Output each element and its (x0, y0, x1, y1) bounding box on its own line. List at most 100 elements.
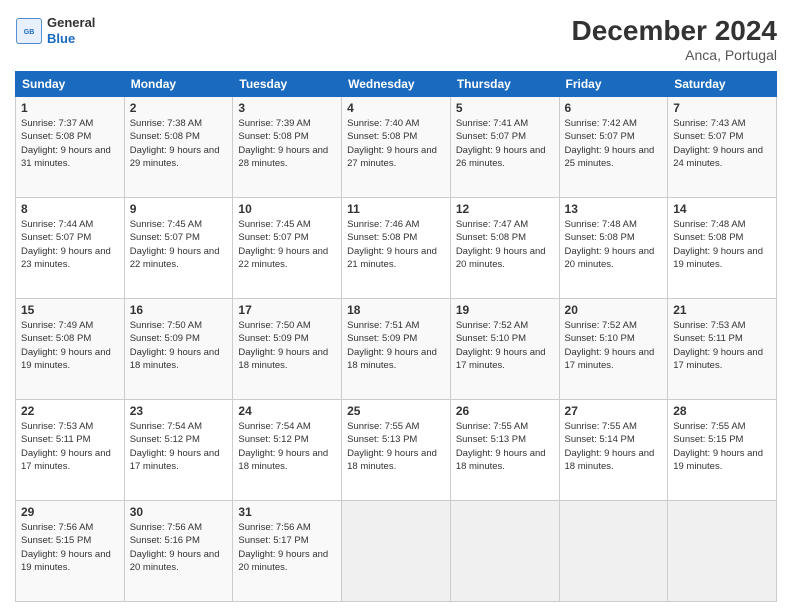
day-info: Sunrise: 7:56 AM Sunset: 5:17 PM Dayligh… (238, 521, 336, 574)
sunset-label: Sunset: 5:16 PM (130, 535, 200, 546)
sunset-label: Sunset: 5:13 PM (456, 434, 526, 445)
day-info: Sunrise: 7:56 AM Sunset: 5:16 PM Dayligh… (130, 521, 228, 574)
day-number: 12 (456, 202, 554, 216)
sunset-label: Sunset: 5:08 PM (238, 131, 308, 142)
table-row: 5 Sunrise: 7:41 AM Sunset: 5:07 PM Dayli… (450, 97, 559, 198)
day-number: 29 (21, 505, 119, 519)
calendar-row: 8 Sunrise: 7:44 AM Sunset: 5:07 PM Dayli… (16, 198, 777, 299)
daylight-label: Daylight: 9 hours and 31 minutes. (21, 145, 111, 169)
daylight-label: Daylight: 9 hours and 17 minutes. (456, 347, 546, 371)
sunset-label: Sunset: 5:08 PM (347, 232, 417, 243)
daylight-label: Daylight: 9 hours and 18 minutes. (347, 347, 437, 371)
sunrise-label: Sunrise: 7:51 AM (347, 320, 419, 331)
day-info: Sunrise: 7:50 AM Sunset: 5:09 PM Dayligh… (130, 319, 228, 372)
table-row (559, 501, 668, 602)
table-row: 12 Sunrise: 7:47 AM Sunset: 5:08 PM Dayl… (450, 198, 559, 299)
table-row: 18 Sunrise: 7:51 AM Sunset: 5:09 PM Dayl… (342, 299, 451, 400)
daylight-label: Daylight: 9 hours and 18 minutes. (130, 347, 220, 371)
day-info: Sunrise: 7:49 AM Sunset: 5:08 PM Dayligh… (21, 319, 119, 372)
day-number: 5 (456, 101, 554, 115)
table-row: 30 Sunrise: 7:56 AM Sunset: 5:16 PM Dayl… (124, 501, 233, 602)
header-row: Sunday Monday Tuesday Wednesday Thursday… (16, 72, 777, 97)
title-section: December 2024 Anca, Portugal (572, 15, 777, 63)
daylight-label: Daylight: 9 hours and 28 minutes. (238, 145, 328, 169)
sunrise-label: Sunrise: 7:55 AM (565, 421, 637, 432)
day-info: Sunrise: 7:39 AM Sunset: 5:08 PM Dayligh… (238, 117, 336, 170)
sunset-label: Sunset: 5:09 PM (347, 333, 417, 344)
sunset-label: Sunset: 5:14 PM (565, 434, 635, 445)
table-row: 21 Sunrise: 7:53 AM Sunset: 5:11 PM Dayl… (668, 299, 777, 400)
logo: GB General Blue (15, 15, 95, 46)
day-info: Sunrise: 7:52 AM Sunset: 5:10 PM Dayligh… (456, 319, 554, 372)
col-monday: Monday (124, 72, 233, 97)
table-row (668, 501, 777, 602)
sunrise-label: Sunrise: 7:55 AM (456, 421, 528, 432)
daylight-label: Daylight: 9 hours and 18 minutes. (565, 448, 655, 472)
col-wednesday: Wednesday (342, 72, 451, 97)
sunset-label: Sunset: 5:12 PM (238, 434, 308, 445)
sunrise-label: Sunrise: 7:45 AM (238, 219, 310, 230)
daylight-label: Daylight: 9 hours and 18 minutes. (238, 448, 328, 472)
day-info: Sunrise: 7:54 AM Sunset: 5:12 PM Dayligh… (238, 420, 336, 473)
logo-general: General (47, 15, 95, 31)
table-row: 24 Sunrise: 7:54 AM Sunset: 5:12 PM Dayl… (233, 400, 342, 501)
table-row: 26 Sunrise: 7:55 AM Sunset: 5:13 PM Dayl… (450, 400, 559, 501)
day-number: 26 (456, 404, 554, 418)
day-number: 17 (238, 303, 336, 317)
sunrise-label: Sunrise: 7:39 AM (238, 118, 310, 129)
day-number: 20 (565, 303, 663, 317)
table-row: 28 Sunrise: 7:55 AM Sunset: 5:15 PM Dayl… (668, 400, 777, 501)
day-info: Sunrise: 7:55 AM Sunset: 5:13 PM Dayligh… (456, 420, 554, 473)
day-number: 6 (565, 101, 663, 115)
day-number: 27 (565, 404, 663, 418)
sunset-label: Sunset: 5:09 PM (130, 333, 200, 344)
sunrise-label: Sunrise: 7:38 AM (130, 118, 202, 129)
sunset-label: Sunset: 5:15 PM (673, 434, 743, 445)
day-number: 2 (130, 101, 228, 115)
daylight-label: Daylight: 9 hours and 19 minutes. (673, 448, 763, 472)
sunrise-label: Sunrise: 7:47 AM (456, 219, 528, 230)
sunset-label: Sunset: 5:08 PM (130, 131, 200, 142)
sunrise-label: Sunrise: 7:50 AM (238, 320, 310, 331)
sunrise-label: Sunrise: 7:54 AM (238, 421, 310, 432)
day-number: 23 (130, 404, 228, 418)
sunset-label: Sunset: 5:11 PM (673, 333, 743, 344)
table-row: 23 Sunrise: 7:54 AM Sunset: 5:12 PM Dayl… (124, 400, 233, 501)
day-info: Sunrise: 7:55 AM Sunset: 5:13 PM Dayligh… (347, 420, 445, 473)
sunrise-label: Sunrise: 7:41 AM (456, 118, 528, 129)
sunrise-label: Sunrise: 7:48 AM (565, 219, 637, 230)
daylight-label: Daylight: 9 hours and 19 minutes. (21, 347, 111, 371)
day-info: Sunrise: 7:42 AM Sunset: 5:07 PM Dayligh… (565, 117, 663, 170)
sunset-label: Sunset: 5:15 PM (21, 535, 91, 546)
day-info: Sunrise: 7:52 AM Sunset: 5:10 PM Dayligh… (565, 319, 663, 372)
daylight-label: Daylight: 9 hours and 17 minutes. (673, 347, 763, 371)
daylight-label: Daylight: 9 hours and 18 minutes. (347, 448, 437, 472)
sunrise-label: Sunrise: 7:54 AM (130, 421, 202, 432)
table-row: 27 Sunrise: 7:55 AM Sunset: 5:14 PM Dayl… (559, 400, 668, 501)
sunrise-label: Sunrise: 7:52 AM (565, 320, 637, 331)
logo-icon: GB (15, 17, 43, 45)
table-row: 22 Sunrise: 7:53 AM Sunset: 5:11 PM Dayl… (16, 400, 125, 501)
day-number: 9 (130, 202, 228, 216)
sunrise-label: Sunrise: 7:55 AM (347, 421, 419, 432)
sunset-label: Sunset: 5:08 PM (21, 333, 91, 344)
day-info: Sunrise: 7:50 AM Sunset: 5:09 PM Dayligh… (238, 319, 336, 372)
sunrise-label: Sunrise: 7:42 AM (565, 118, 637, 129)
calendar-row: 22 Sunrise: 7:53 AM Sunset: 5:11 PM Dayl… (16, 400, 777, 501)
day-number: 3 (238, 101, 336, 115)
sunset-label: Sunset: 5:07 PM (456, 131, 526, 142)
page: GB General Blue December 2024 Anca, Port… (0, 0, 792, 612)
table-row: 31 Sunrise: 7:56 AM Sunset: 5:17 PM Dayl… (233, 501, 342, 602)
sunset-label: Sunset: 5:07 PM (21, 232, 91, 243)
day-number: 16 (130, 303, 228, 317)
sunset-label: Sunset: 5:08 PM (21, 131, 91, 142)
sunset-label: Sunset: 5:17 PM (238, 535, 308, 546)
table-row: 2 Sunrise: 7:38 AM Sunset: 5:08 PM Dayli… (124, 97, 233, 198)
day-info: Sunrise: 7:44 AM Sunset: 5:07 PM Dayligh… (21, 218, 119, 271)
table-row: 19 Sunrise: 7:52 AM Sunset: 5:10 PM Dayl… (450, 299, 559, 400)
daylight-label: Daylight: 9 hours and 20 minutes. (565, 246, 655, 270)
calendar-body: 1 Sunrise: 7:37 AM Sunset: 5:08 PM Dayli… (16, 97, 777, 602)
sunset-label: Sunset: 5:11 PM (21, 434, 91, 445)
sunset-label: Sunset: 5:07 PM (565, 131, 635, 142)
daylight-label: Daylight: 9 hours and 22 minutes. (130, 246, 220, 270)
